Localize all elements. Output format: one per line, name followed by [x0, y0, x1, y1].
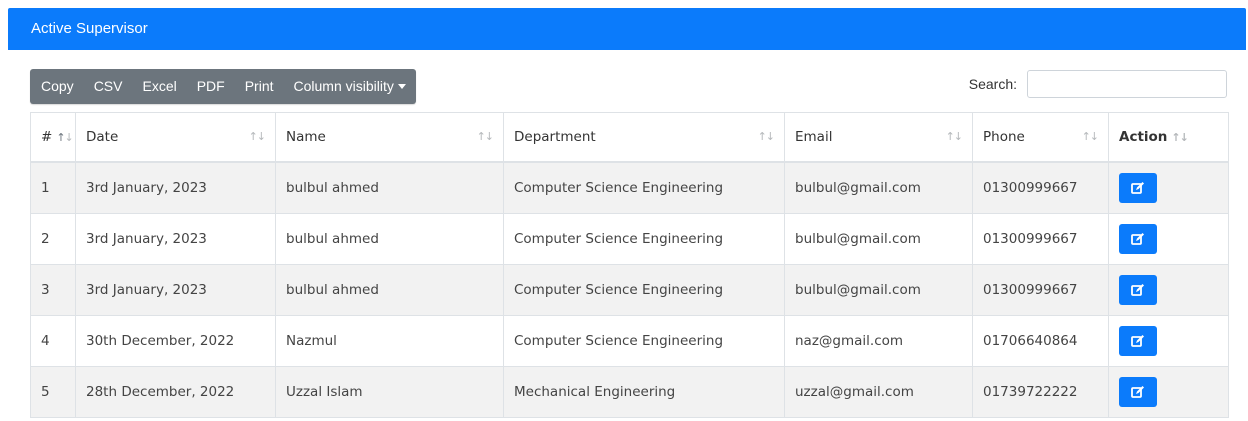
sort-arrows-icon: ↑↓: [757, 130, 775, 143]
csv-button[interactable]: CSV: [84, 69, 133, 104]
cell-phone: 01300999667: [972, 161, 1109, 214]
cell-phone: 01706640864: [972, 315, 1109, 367]
cell-date: 3rd January, 2023: [75, 213, 276, 265]
column-label: Department: [514, 129, 596, 145]
sort-arrows-icon: ↑↓: [56, 131, 73, 144]
cell-phone: 01739722222: [972, 366, 1109, 418]
table-row: 4 30th December, 2022 Nazmul Computer Scien…: [30, 315, 1229, 367]
cell-name: bulbul ahmed: [275, 213, 504, 265]
edit-icon: [1131, 233, 1144, 245]
edit-button[interactable]: [1119, 377, 1157, 407]
edit-icon: [1131, 386, 1144, 398]
edit-button[interactable]: [1119, 326, 1157, 356]
pdf-button[interactable]: PDF: [187, 69, 235, 104]
cell-number: 3: [30, 264, 76, 316]
table-header-row: # ↑↓ Date ↑↓ Name ↑↓ Department ↑↓ Email ↑↓ P…: [30, 112, 1229, 163]
cell-department: Computer Science Engineering: [503, 213, 785, 265]
cell-phone: 01300999667: [972, 213, 1109, 265]
search-box: Search:: [969, 69, 1227, 99]
cell-email: bulbul@gmail.com: [784, 213, 973, 265]
caret-down-icon: [397, 84, 406, 89]
cell-email: naz@gmail.com: [784, 315, 973, 367]
table-row: 5 28th December, 2022 Uzzal Islam Mechanica…: [30, 366, 1229, 418]
cell-name: bulbul ahmed: [275, 264, 504, 316]
column-label: #: [41, 129, 53, 145]
cell-department: Computer Science Engineering: [503, 264, 785, 316]
cell-email: bulbul@gmail.com: [784, 264, 973, 316]
column-header-department[interactable]: Department ↑↓: [503, 112, 785, 163]
edit-icon: [1131, 182, 1144, 194]
column-header-phone[interactable]: Phone ↑↓: [972, 112, 1109, 163]
supervisor-table: # ↑↓ Date ↑↓ Name ↑↓ Department ↑↓ Email ↑↓ P…: [30, 112, 1229, 418]
column-header-date[interactable]: Date ↑↓: [75, 112, 276, 163]
print-button[interactable]: Print: [235, 69, 284, 104]
cell-date: 30th December, 2022: [75, 315, 276, 367]
cell-action: [1108, 366, 1229, 418]
search-label: Search:: [968, 76, 1017, 92]
column-header-action[interactable]: Action ↑↓: [1108, 112, 1229, 163]
cell-action: [1108, 315, 1229, 367]
column-header-email[interactable]: Email ↑↓: [784, 112, 973, 163]
cell-action: [1108, 161, 1229, 214]
edit-button[interactable]: [1119, 224, 1157, 254]
cell-phone: 01300999667: [972, 264, 1109, 316]
cell-name: Nazmul: [275, 315, 504, 367]
table-row: 3 3rd January, 2023 bulbul ahmed Computer S…: [30, 264, 1229, 316]
edit-icon: [1131, 284, 1144, 296]
cell-number: 2: [30, 213, 76, 265]
column-header-name[interactable]: Name ↑↓: [275, 112, 504, 163]
cell-department: Mechanical Engineering: [503, 366, 785, 418]
cell-action: [1108, 213, 1229, 265]
cell-email: uzzal@gmail.com: [784, 366, 973, 418]
cell-name: Uzzal Islam: [275, 366, 504, 418]
column-label: Date: [86, 129, 119, 145]
edit-icon: [1131, 335, 1144, 347]
edit-button[interactable]: [1119, 173, 1157, 203]
copy-button[interactable]: Copy: [30, 69, 84, 104]
column-label: Email: [795, 129, 833, 145]
sort-arrows-icon: ↑↓: [945, 130, 963, 143]
column-label: Action: [1119, 129, 1168, 145]
sort-arrows-icon: ↑↓: [1081, 130, 1099, 143]
search-input[interactable]: [1027, 70, 1227, 98]
cell-action: [1108, 264, 1229, 316]
column-label: Phone: [983, 129, 1025, 145]
cell-date: 28th December, 2022: [75, 366, 276, 418]
sort-arrows-icon: ↑↓: [476, 130, 494, 143]
cell-department: Computer Science Engineering: [503, 315, 785, 367]
cell-email: bulbul@gmail.com: [784, 161, 973, 214]
column-label: Name: [286, 129, 326, 145]
column-visibility-label: Column visibility: [293, 78, 394, 94]
cell-date: 3rd January, 2023: [75, 264, 276, 316]
sort-arrows-icon: ↑↓: [248, 130, 266, 143]
sort-arrows-icon: ↑↓: [1171, 131, 1188, 144]
table-row: 2 3rd January, 2023 bulbul ahmed Computer S…: [30, 213, 1229, 265]
active-supervisor-card: Active Supervisor Copy CSV Excel PDF Pri…: [8, 8, 1246, 421]
cell-department: Computer Science Engineering: [503, 161, 785, 214]
cell-date: 3rd January, 2023: [75, 161, 276, 214]
column-visibility-button[interactable]: Column visibility: [284, 69, 416, 104]
card-header-title: Active Supervisor: [8, 8, 1246, 50]
excel-button[interactable]: Excel: [132, 69, 186, 104]
cell-number: 1: [30, 161, 76, 214]
cell-number: 4: [30, 315, 76, 367]
cell-number: 5: [30, 366, 76, 418]
export-button-group: Copy CSV Excel PDF Print Column visibili…: [30, 69, 416, 104]
column-header-number[interactable]: # ↑↓: [30, 112, 76, 163]
cell-name: bulbul ahmed: [275, 161, 504, 214]
table-row: 1 3rd January, 2023 bulbul ahmed Computer S…: [30, 161, 1229, 214]
edit-button[interactable]: [1119, 275, 1157, 305]
